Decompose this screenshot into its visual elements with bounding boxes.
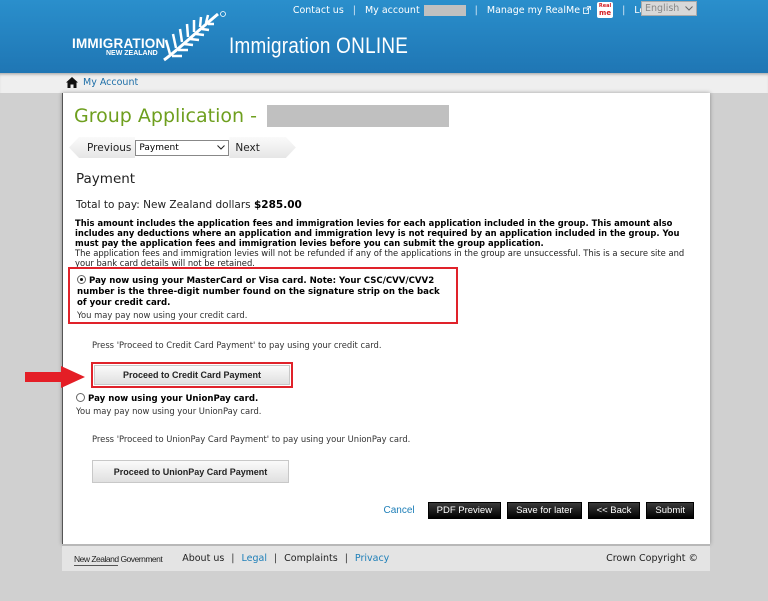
red-arrow-icon [25, 366, 85, 388]
redacted-account-name [423, 4, 466, 16]
immigration-nz-logo[interactable]: IMMIGRATION NEW ZEALAND [72, 36, 165, 57]
footer-link-privacy[interactable]: Privacy [355, 553, 389, 564]
section-heading: Payment [76, 171, 136, 187]
credit-card-option-title: Pay now using your MasterCard or Visa ca… [77, 276, 440, 308]
footer-link-legal[interactable]: Legal [242, 553, 267, 564]
back-button[interactable]: << Back [587, 502, 641, 519]
site-header: IMMIGRATION NEW ZEALAND Immigration ONLI… [0, 0, 768, 73]
breadcrumb: My Account [0, 73, 768, 93]
separator: | [231, 553, 235, 564]
separator: | [622, 4, 626, 16]
unionpay-instruction: Press 'Proceed to UnionPay Card Payment'… [92, 434, 411, 444]
separator: | [474, 4, 478, 16]
app-title: Immigration ONLINE [229, 33, 409, 58]
unionpay-radio[interactable] [76, 393, 85, 402]
step-select-value: Payment [139, 142, 179, 153]
realme-logo-icon[interactable]: Real me [597, 2, 614, 18]
credit-card-option-subtitle: You may pay now using your credit card. [77, 310, 248, 320]
total-label: Total to pay: New Zealand dollars [76, 199, 251, 211]
cancel-link[interactable]: Cancel [383, 505, 414, 516]
home-icon[interactable] [66, 77, 78, 88]
pdf-preview-button[interactable]: PDF Preview [427, 502, 502, 519]
credit-card-option: Pay now using your MasterCard or Visa ca… [68, 267, 458, 324]
chevron-down-icon [217, 145, 226, 150]
unionpay-option-title: Pay now using your UnionPay card. [88, 394, 259, 404]
site-footer: New Zealand Government About us | Legal … [62, 544, 710, 571]
save-for-later-button[interactable]: Save for later [507, 502, 582, 519]
my-account-link[interactable]: My account [365, 5, 420, 16]
credit-card-instruction: Press 'Proceed to Credit Card Payment' t… [92, 340, 382, 350]
redacted-application-name [266, 105, 449, 127]
total-amount: $285.00 [254, 199, 302, 211]
copyright: Crown Copyright © [606, 553, 698, 564]
chevron-down-icon [685, 6, 693, 11]
unionpay-option: Pay now using your UnionPay card. You ma… [76, 393, 261, 416]
footer-link-complaints[interactable]: Complaints [284, 553, 338, 564]
separator: | [352, 4, 356, 16]
separator: | [273, 553, 278, 564]
footer-link-about[interactable]: About us [182, 553, 224, 564]
contact-us-link[interactable]: Contact us [293, 5, 344, 16]
language-value: English [645, 3, 680, 14]
language-selector[interactable]: English [641, 1, 697, 16]
form-actions: Cancel PDF Preview Save for later << Bac… [383, 502, 694, 519]
proceed-credit-card-button[interactable]: Proceed to Credit Card Payment [94, 365, 290, 385]
page-title: Group Application - [74, 105, 449, 127]
step-navigation: Previous Payment Next [69, 137, 296, 158]
main-content: Group Application - Previous Payment Nex… [62, 93, 710, 544]
top-links: Contact us | My account | Manage my Real… [293, 2, 688, 18]
notes-normal: The application fees and immigration lev… [75, 247, 685, 268]
separator: | [344, 553, 348, 564]
breadcrumb-my-account[interactable]: My Account [83, 77, 138, 88]
external-link-icon [583, 6, 591, 14]
unionpay-option-subtitle: You may pay now using your UnionPay card… [76, 406, 262, 416]
next-button[interactable]: Next [229, 137, 295, 158]
nz-government-logo[interactable]: New Zealand Government [74, 554, 163, 566]
total-to-pay: Total to pay: New Zealand dollars $285.0… [76, 199, 302, 211]
silver-fern-icon [163, 11, 226, 62]
logo-line2: NEW ZEALAND [106, 50, 158, 57]
credit-card-button-highlight: Proceed to Credit Card Payment [91, 362, 293, 388]
notes-bold: This amount includes the application fee… [75, 218, 680, 248]
proceed-unionpay-button[interactable]: Proceed to UnionPay Card Payment [92, 460, 289, 483]
manage-realme-link[interactable]: Manage my RealMe [487, 5, 580, 16]
payment-notes: This amount includes the application fee… [75, 218, 697, 269]
logo-line1: IMMIGRATION [72, 36, 166, 51]
step-select[interactable]: Payment [135, 139, 230, 156]
credit-card-radio[interactable] [77, 275, 86, 284]
previous-button[interactable]: Previous [69, 137, 136, 158]
submit-button[interactable]: Submit [646, 502, 694, 519]
